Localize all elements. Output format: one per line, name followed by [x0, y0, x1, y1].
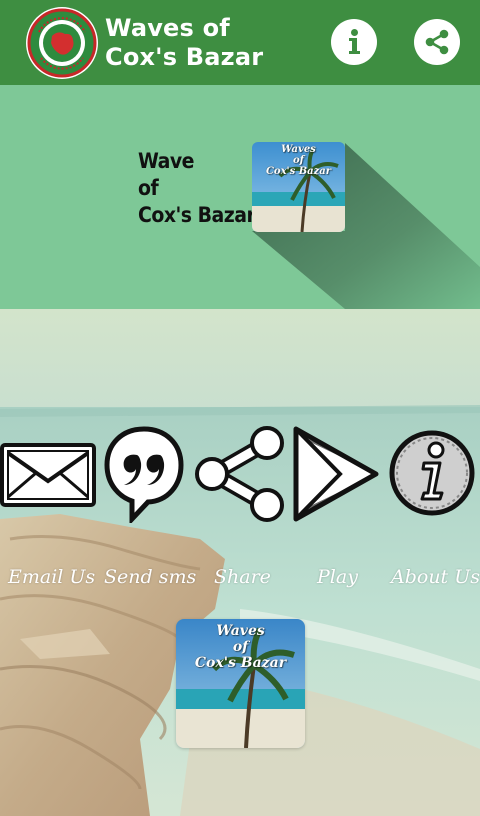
send-sms-label: Send sms [104, 566, 197, 588]
header-title: Wave of Cox's Bazar [138, 148, 256, 229]
header-panel: Wave of Cox's Bazar Waves of Cox's Bazar [0, 85, 480, 309]
app-bar: Waves of Cox's Bazar [0, 0, 480, 85]
email-us-button[interactable] [0, 443, 96, 543]
send-sms-button[interactable] [104, 425, 184, 525]
share-action-button[interactable] [193, 425, 287, 525]
email-us-label: Email Us [8, 566, 96, 588]
envelope-icon [0, 443, 96, 507]
center-thumb-text: Waves of Cox's Bazar [176, 623, 305, 671]
header-title-line1: Wave [138, 149, 194, 173]
header-title-line2: of [138, 176, 159, 200]
info-icon [349, 29, 360, 54]
app-title-line1: Waves of [105, 14, 230, 42]
play-button[interactable] [292, 425, 380, 525]
header-thumb-text: Waves of Cox's Bazar [252, 144, 345, 177]
info-button[interactable] [331, 19, 377, 65]
header-title-line3: Cox's Bazar [138, 203, 256, 227]
header-thumb-line3: Cox's Bazar [265, 166, 332, 177]
speech-bubble-quote-icon [104, 426, 184, 523]
app-title-line2: Cox's Bazar [105, 43, 264, 71]
info-icon [389, 430, 475, 516]
header-thumb-line2: of [293, 155, 304, 166]
share-icon [195, 426, 284, 522]
play-label: Play [317, 566, 358, 588]
about-us-button[interactable] [388, 425, 476, 525]
share-button[interactable] [414, 19, 460, 65]
header-thumb-line1: Waves [281, 144, 316, 155]
center-thumb-line2: of [232, 639, 249, 655]
share-icon [425, 29, 449, 55]
share-label: Share [214, 566, 271, 588]
center-thumbnail: Waves of Cox's Bazar [176, 619, 305, 748]
play-store-icon [293, 426, 379, 522]
center-thumb-line1: Waves [216, 623, 265, 639]
government-seal-logo [25, 6, 99, 80]
about-us-label: About Us [391, 566, 480, 588]
header-thumbnail: Waves of Cox's Bazar [252, 142, 345, 232]
app-title: Waves of Cox's Bazar [105, 14, 263, 72]
center-thumb-line3: Cox's Bazar [194, 655, 287, 671]
